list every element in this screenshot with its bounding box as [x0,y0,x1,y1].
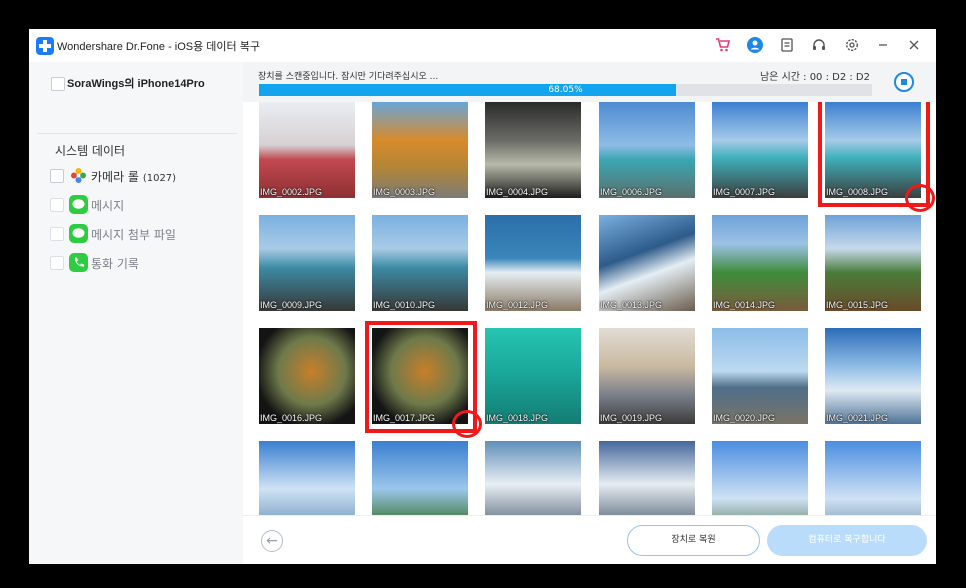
sidebar-item-call-history[interactable]: 통화 기록 [50,253,240,273]
photo-filename: IMG_0016.JPG [260,413,323,423]
message-attachments-label: 메시지 첨부 파일 [91,228,176,242]
sidebar-divider [37,133,237,134]
photo-thumbnail[interactable]: IMG_0007.JPG [712,102,808,198]
sidebar-item-messages[interactable]: 메시지 [50,195,240,215]
bottom-bar: ← 장치로 복원 컴퓨터로 복구합니다 [243,515,936,564]
photo-filename: IMG_0012.JPG [486,300,549,310]
main-panel: 장치를 스캔중입니다. 잠시만 기다려주십시오 ... 남은 시간 : 00 :… [243,62,936,564]
call-history-label: 통화 기록 [91,257,139,271]
messages-icon [69,195,88,214]
photo-thumbnail[interactable]: IMG_0004.JPG [485,102,581,198]
photo-filename: IMG_0004.JPG [486,187,549,197]
camera-roll-checkbox[interactable] [50,169,64,183]
photo-thumbnail[interactable]: IMG_0021.JPG [825,328,921,424]
photo-thumbnail[interactable] [712,441,808,515]
minimize-icon[interactable] [875,37,891,53]
app-title: Wondershare Dr.Fone - iOS용 데이터 복구 [57,41,260,53]
photo-thumbnail[interactable]: IMG_0018.JPG [485,328,581,424]
photo-grid: IMG_0002.JPG IMG_0003.JPG IMG_0004.JPG IMG_… [243,102,936,515]
close-icon[interactable] [906,37,922,53]
photo-filename: IMG_0019.JPG [600,413,663,423]
photo-thumbnail[interactable]: IMG_0002.JPG [259,102,355,198]
annotation-circle [452,410,482,438]
scan-status: 장치를 스캔중입니다. 잠시만 기다려주십시오 ... [258,72,439,82]
feedback-icon[interactable] [779,37,795,53]
back-button[interactable]: ← [261,530,283,552]
photo-thumbnail[interactable]: IMG_0014.JPG [712,215,808,311]
photo-filename: IMG_0020.JPG [713,413,776,423]
photo-thumbnail[interactable]: IMG_0012.JPG [485,215,581,311]
photo-filename: IMG_0010.JPG [373,300,436,310]
photo-filename: IMG_0002.JPG [260,187,323,197]
photo-filename: IMG_0009.JPG [260,300,323,310]
photo-thumbnail[interactable]: IMG_0020.JPG [712,328,808,424]
photo-filename: IMG_0015.JPG [826,300,889,310]
photo-thumbnail[interactable]: IMG_0015.JPG [825,215,921,311]
scan-progress-area: 장치를 스캔중입니다. 잠시만 기다려주십시오 ... 남은 시간 : 00 :… [243,62,936,102]
time-left: 남은 시간 : 00 : D2 : D2 [759,72,870,83]
restore-to-computer-button[interactable]: 컴퓨터로 복구합니다 [767,525,927,556]
photo-thumbnail[interactable] [485,441,581,515]
cart-icon[interactable] [715,37,731,53]
photo-thumbnail[interactable]: IMG_0006.JPG [599,102,695,198]
settings-icon[interactable] [844,37,860,53]
sidebar-item-camera-roll[interactable]: 카메라 롤 (1027) [50,166,240,186]
photo-thumbnail[interactable]: IMG_0013.JPG [599,215,695,311]
section-title: 시스템 데이터 [55,144,126,158]
photo-thumbnail[interactable]: IMG_0010.JPG [372,215,468,311]
photo-thumbnail[interactable]: IMG_0003.JPG [372,102,468,198]
message-attachments-checkbox[interactable] [50,227,64,241]
stop-scan-button[interactable] [894,72,914,92]
photo-thumbnail[interactable] [372,441,468,515]
device-checkbox[interactable] [51,77,65,91]
photo-filename: IMG_0018.JPG [486,413,549,423]
messages-label: 메시지 [91,199,125,213]
sidebar: SoraWings의 iPhone14Pro 시스템 데이터 카메라 롤 (10… [29,62,243,564]
progress-bar: 68.05% [259,84,872,96]
photo-filename: IMG_0013.JPG [600,300,663,310]
titlebar: Wondershare Dr.Fone - iOS용 데이터 복구 [29,29,936,63]
photo-thumbnail[interactable]: IMG_0009.JPG [259,215,355,311]
messages-checkbox[interactable] [50,198,64,212]
photo-thumbnail[interactable]: IMG_0016.JPG [259,328,355,424]
photo-thumbnail[interactable] [825,441,921,515]
photo-thumbnail[interactable] [599,441,695,515]
message-attachment-icon [69,224,88,243]
sidebar-item-message-attachments[interactable]: 메시지 첨부 파일 [50,224,240,244]
device-name: SoraWings의 iPhone14Pro [67,78,205,90]
dr-fone-logo [36,37,54,55]
photos-icon [69,166,88,185]
annotation-circle [905,184,935,212]
call-history-checkbox[interactable] [50,256,64,270]
photo-filename: IMG_0007.JPG [713,187,776,197]
photo-thumbnail[interactable] [259,441,355,515]
photo-filename: IMG_0014.JPG [713,300,776,310]
progress-text: 68.05% [548,85,583,95]
photo-filename: IMG_0003.JPG [373,187,436,197]
phone-icon [69,253,88,272]
headset-icon[interactable] [811,37,827,53]
photo-filename: IMG_0006.JPG [600,187,663,197]
device-row[interactable]: SoraWings의 iPhone14Pro [47,73,237,95]
photo-filename: IMG_0021.JPG [826,413,889,423]
photo-thumbnail[interactable]: IMG_0019.JPG [599,328,695,424]
app-window: Wondershare Dr.Fone - iOS용 데이터 복구 SoraWi… [29,29,936,564]
user-icon[interactable] [747,37,763,53]
restore-to-device-button[interactable]: 장치로 복원 [627,525,760,556]
camera-roll-label: 카메라 롤 (1027) [91,170,177,184]
